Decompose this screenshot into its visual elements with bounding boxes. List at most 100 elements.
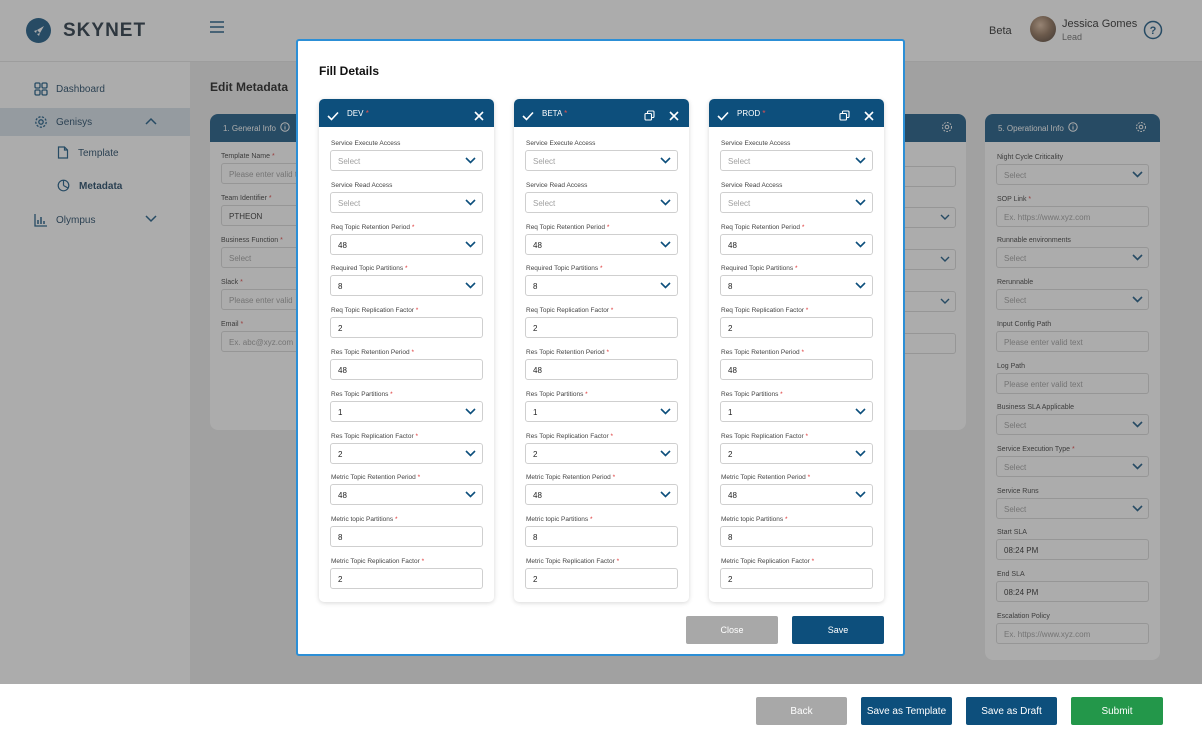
chevron-down-icon[interactable] — [855, 450, 866, 459]
text-field[interactable]: 2 — [720, 568, 873, 589]
text-field[interactable]: 8 — [525, 526, 678, 548]
select-field[interactable]: Select — [525, 191, 678, 213]
chevron-down-icon[interactable] — [660, 450, 671, 459]
select-field[interactable]: 8 — [720, 275, 873, 297]
field-value: 1 — [338, 407, 343, 417]
text-field[interactable]: 2 — [330, 568, 483, 589]
check-icon[interactable] — [327, 108, 339, 126]
field-label-text: Service Read Access — [331, 181, 393, 189]
field-label: Res Topic Replication Factor * — [526, 433, 613, 440]
select-field[interactable]: 1 — [525, 400, 678, 422]
chevron-down-icon[interactable] — [855, 491, 866, 500]
select-field[interactable]: 8 — [330, 275, 483, 297]
select-field[interactable]: 2 — [525, 442, 678, 464]
select-field[interactable]: Select — [330, 150, 483, 171]
save-as-template-button[interactable]: Save as Template — [861, 697, 952, 725]
chevron-down-icon[interactable] — [660, 408, 671, 417]
close-icon[interactable] — [864, 108, 874, 126]
copy-icon[interactable] — [839, 108, 850, 126]
required-marker: * — [606, 349, 609, 356]
required-marker: * — [616, 558, 620, 565]
select-field[interactable]: 48 — [330, 484, 483, 506]
chevron-down-icon[interactable] — [465, 157, 476, 166]
field-value: 48 — [338, 491, 347, 501]
text-field[interactable]: 2 — [330, 317, 483, 339]
field-label: Service Read Access — [721, 182, 782, 189]
chevron-down-icon[interactable] — [660, 241, 671, 250]
chevron-down-icon[interactable] — [855, 157, 866, 166]
field-value: Select — [728, 198, 751, 208]
field-value: 48 — [728, 240, 737, 250]
check-icon[interactable] — [522, 108, 534, 126]
select-field[interactable]: 48 — [720, 484, 873, 506]
field-label-text: Req Topic Replication Factor — [526, 307, 609, 315]
chevron-down-icon[interactable] — [465, 491, 476, 500]
field-value: 8 — [533, 282, 538, 292]
text-field[interactable]: 2 — [525, 568, 678, 589]
field-label-text: Metric Topic Replication Factor — [721, 558, 810, 565]
footer-bar: Back Save as Template Save as Draft Subm… — [0, 684, 1202, 736]
chevron-down-icon[interactable] — [465, 282, 476, 291]
select-field[interactable]: 2 — [330, 442, 483, 464]
close-icon[interactable] — [474, 108, 484, 126]
select-field[interactable]: Select — [720, 191, 873, 213]
field-value: 2 — [338, 324, 343, 334]
text-field[interactable]: 2 — [720, 317, 873, 339]
copy-icon[interactable] — [644, 108, 655, 126]
chevron-down-icon[interactable] — [465, 408, 476, 417]
chevron-down-icon[interactable] — [855, 408, 866, 417]
field-value: 2 — [728, 324, 733, 334]
chevron-down-icon[interactable] — [855, 241, 866, 250]
field-label: Required Topic Partitions * — [331, 265, 408, 272]
select-field[interactable]: Select — [720, 150, 873, 171]
required-marker: * — [811, 558, 815, 565]
chevron-down-icon[interactable] — [855, 199, 866, 208]
text-field[interactable]: 8 — [720, 526, 873, 548]
chevron-down-icon[interactable] — [660, 491, 671, 500]
required-marker: * — [417, 474, 421, 482]
select-field[interactable]: 2 — [720, 442, 873, 464]
select-field[interactable]: Select — [330, 191, 483, 213]
select-field[interactable]: 8 — [525, 275, 678, 297]
chevron-down-icon[interactable] — [660, 157, 671, 166]
field-value: 48 — [533, 366, 542, 375]
required-marker: * — [807, 474, 811, 482]
text-field[interactable]: 48 — [720, 359, 873, 380]
field-label-text: Metric Topic Retention Period — [331, 474, 416, 482]
select-field[interactable]: 1 — [720, 400, 873, 422]
modal-title: Fill Details — [319, 64, 380, 78]
select-field[interactable]: 48 — [525, 484, 678, 506]
text-field[interactable]: 2 — [525, 317, 678, 339]
chevron-down-icon[interactable] — [660, 282, 671, 291]
chevron-down-icon[interactable] — [465, 199, 476, 208]
required-marker: * — [589, 516, 593, 524]
field-label-text: Res Topic Partitions — [526, 390, 584, 398]
select-field[interactable]: 1 — [330, 400, 483, 422]
field-label: Res Topic Partitions * — [721, 391, 783, 398]
required-marker: * — [805, 307, 809, 315]
chevron-down-icon[interactable] — [660, 199, 671, 208]
chevron-down-icon[interactable] — [465, 450, 476, 459]
select-field[interactable]: 48 — [330, 233, 483, 255]
check-icon[interactable] — [717, 108, 729, 126]
chevron-down-icon[interactable] — [465, 241, 476, 250]
back-button[interactable]: Back — [756, 697, 847, 725]
field-label: Service Read Access — [331, 182, 392, 189]
select-field[interactable]: Select — [525, 150, 678, 171]
close-button[interactable]: Close — [686, 616, 778, 644]
close-icon[interactable] — [669, 108, 679, 126]
field-value: 2 — [533, 324, 538, 334]
env-card-prod: PROD * Service Execute Access Select Servi… — [709, 99, 884, 602]
select-field[interactable]: 48 — [525, 233, 678, 255]
text-field[interactable]: 8 — [330, 526, 483, 548]
select-field[interactable]: 48 — [720, 233, 873, 255]
chevron-down-icon[interactable] — [855, 282, 866, 291]
submit-button[interactable]: Submit — [1071, 697, 1163, 725]
text-field[interactable]: 48 — [525, 359, 678, 380]
field-value: 2 — [338, 449, 343, 459]
save-as-draft-button[interactable]: Save as Draft — [966, 697, 1057, 725]
save-button[interactable]: Save — [792, 616, 884, 644]
text-field[interactable]: 48 — [330, 359, 483, 380]
field-label: Req Topic Replication Factor * — [526, 307, 613, 314]
field-label-text: Req Topic Retention Period — [331, 223, 411, 231]
